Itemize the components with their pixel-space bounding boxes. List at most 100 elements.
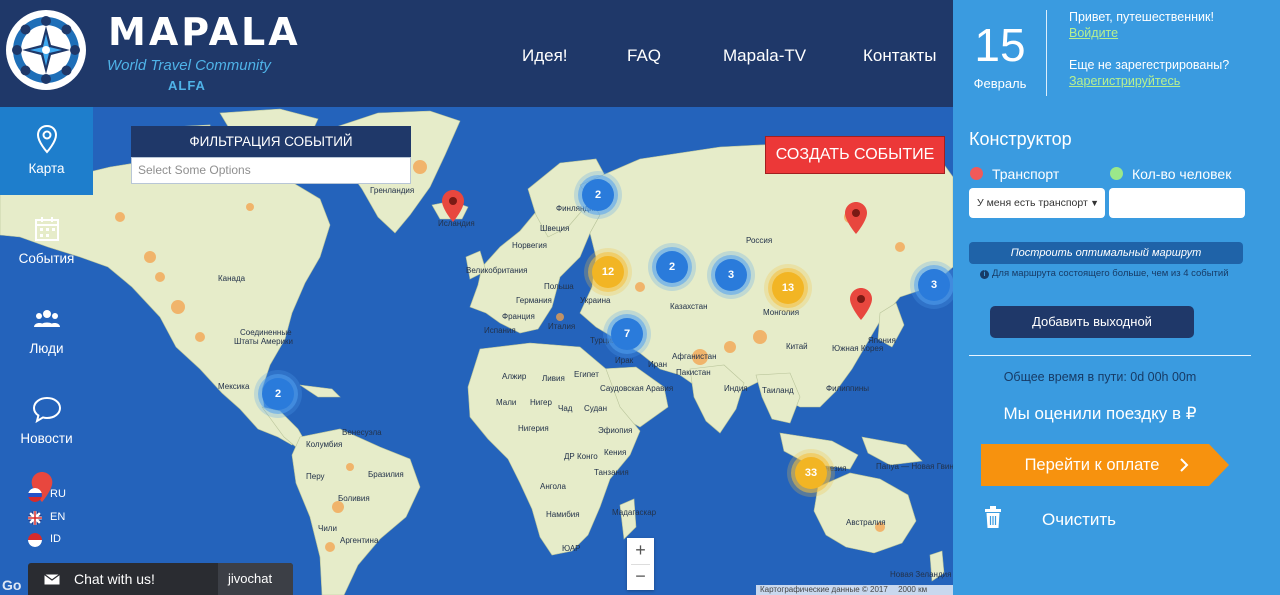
map-label: Венесуэла <box>342 428 382 437</box>
map-label: Чад <box>558 404 573 413</box>
transport-legend-dot <box>970 167 983 180</box>
nav-idea[interactable]: Идея! <box>522 46 568 66</box>
add-day-off-button[interactable]: Добавить выходной <box>990 306 1194 338</box>
edition-badge: ALFA <box>168 78 206 93</box>
map-label: Алжир <box>502 372 527 381</box>
map-label: Папуа — Новая Гвинея <box>876 462 963 471</box>
not-registered-text: Еще не зарегестрированы? <box>1069 58 1230 72</box>
map-attribution[interactable]: Картографические данные © 2017 2000 км <box>756 585 953 595</box>
event-cluster[interactable]: 13 <box>772 272 804 304</box>
total-travel-time: Общее время в пути: 0d 00h 00m <box>1003 370 1197 384</box>
map-label: Канада <box>218 274 246 283</box>
language-id[interactable]: ID <box>28 533 88 547</box>
map-label: Казахстан <box>670 302 708 311</box>
language-ru[interactable]: RU <box>28 488 88 502</box>
transport-select[interactable]: У меня есть транспорт ▼ <box>969 188 1105 218</box>
map-label: Норвегия <box>512 241 548 250</box>
zoom-out-button[interactable]: − <box>627 564 654 590</box>
russia-flag-icon <box>28 488 42 502</box>
map-label: Испания <box>484 326 516 335</box>
chat-label: Chat with us! <box>74 571 155 587</box>
login-link[interactable]: Войдите <box>1069 26 1118 40</box>
sidenav-item-map[interactable]: Карта <box>0 107 93 195</box>
mapala-logo-icon[interactable] <box>6 10 86 90</box>
map-label: Ирак <box>615 356 634 365</box>
event-cluster[interactable]: 7 <box>611 318 643 350</box>
people-legend: Кол-во человек <box>1132 166 1232 182</box>
build-route-button[interactable]: Построить оптимальный маршрут <box>969 242 1243 264</box>
event-filter-input[interactable]: Select Some Options <box>131 157 411 184</box>
map-label: Иран <box>648 360 668 369</box>
clear-button[interactable]: Очистить <box>984 506 1154 536</box>
event-cluster[interactable]: 3 <box>715 259 747 291</box>
people-count-input[interactable] <box>1109 188 1245 218</box>
chat-widget[interactable]: Chat with us! jivochat <box>28 563 293 595</box>
map-label: Эфиопия <box>598 426 633 435</box>
current-month: Февраль <box>973 76 1027 91</box>
map-label: Нигер <box>530 398 552 407</box>
map-label: Ангола <box>540 482 566 491</box>
calendar-icon <box>35 217 59 241</box>
map-label: Новая Зеландия <box>890 570 952 579</box>
map-pin-icon[interactable] <box>442 190 464 222</box>
proceed-to-payment-button[interactable]: Перейти к оплате <box>981 444 1229 486</box>
nav-faq[interactable]: FAQ <box>627 46 661 66</box>
map-label: Мадагаскар <box>612 508 657 517</box>
map-label: Судан <box>584 404 608 413</box>
map-label: Таиланд <box>762 386 794 395</box>
event-cluster[interactable]: 2 <box>582 179 614 211</box>
map-label: Перу <box>306 472 325 481</box>
map-scale: 2000 км <box>898 585 928 594</box>
language-code: RU <box>50 488 66 500</box>
divider <box>969 355 1251 356</box>
user-greeting: Привет, путешественник! <box>1069 10 1214 24</box>
brand-name[interactable]: MAPALA <box>108 12 301 52</box>
event-cluster[interactable]: 12 <box>592 256 624 288</box>
constructor-title: Конструктор <box>969 129 1072 149</box>
create-event-button[interactable]: СОЗДАТЬ СОБЫТИЕ <box>765 136 945 174</box>
sidenav-label: Новости <box>20 431 73 446</box>
event-cluster[interactable]: 2 <box>656 251 688 283</box>
zoom-in-button[interactable]: + <box>627 538 654 564</box>
map-label: ЮАР <box>562 544 581 553</box>
people-icon <box>34 310 60 327</box>
event-filter: ФИЛЬТРАЦИЯ СОБЫТИЙ Select Some Options <box>131 126 411 184</box>
map-label: Италия <box>548 322 576 331</box>
language-code: EN <box>50 511 66 523</box>
map-label: Саудовская Аравия <box>600 384 674 393</box>
transport-select-value: У меня есть транспорт <box>977 197 1088 209</box>
divider <box>1046 10 1047 96</box>
language-en[interactable]: EN <box>28 511 88 525</box>
map-zoom-control: + − <box>627 538 654 590</box>
map-label: Монголия <box>763 308 800 317</box>
map-label: Колумбия <box>306 440 343 449</box>
chat-bubble-icon <box>32 396 62 424</box>
nav-contacts[interactable]: Контакты <box>863 46 936 66</box>
map-label: Украина <box>580 296 611 305</box>
sidenav-label: Карта <box>28 161 65 176</box>
map-label: Франция <box>502 312 535 321</box>
map-label: Кения <box>604 448 627 457</box>
current-day: 15 <box>974 19 1026 71</box>
map-pin-icon[interactable] <box>845 202 867 234</box>
sidenav-label: Люди <box>29 341 64 356</box>
register-link[interactable]: Зарегистрируйтесь <box>1069 74 1180 88</box>
event-cluster[interactable]: 2 <box>262 378 294 410</box>
transport-legend: Транспорт <box>992 166 1060 182</box>
event-cluster[interactable]: 33 <box>795 457 827 489</box>
map-label: Гренландия <box>370 186 415 195</box>
trip-estimate: Мы оценили поездку в ₽ <box>1003 404 1197 423</box>
map-label: Ливия <box>542 374 565 383</box>
event-cluster[interactable]: 3 <box>918 269 950 301</box>
nav-mapala-tv[interactable]: Mapala-TV <box>723 46 806 66</box>
sidenav-item-news[interactable]: Новости <box>0 377 93 465</box>
event-filter-title: ФИЛЬТРАЦИЯ СОБЫТИЙ <box>131 126 411 157</box>
map-label: Германия <box>516 296 552 305</box>
map-pin-icon <box>36 124 58 154</box>
route-note: i Для маршрута состоящего больше, чем из … <box>980 268 1229 279</box>
route-note-text: Для маршрута состоящего больше, чем из 4… <box>992 268 1229 279</box>
sidenav-item-events[interactable]: События <box>0 197 93 285</box>
map-pin-icon[interactable] <box>850 288 872 320</box>
sidenav-item-people[interactable]: Люди <box>0 287 93 375</box>
map-label: Филиппины <box>826 384 869 393</box>
